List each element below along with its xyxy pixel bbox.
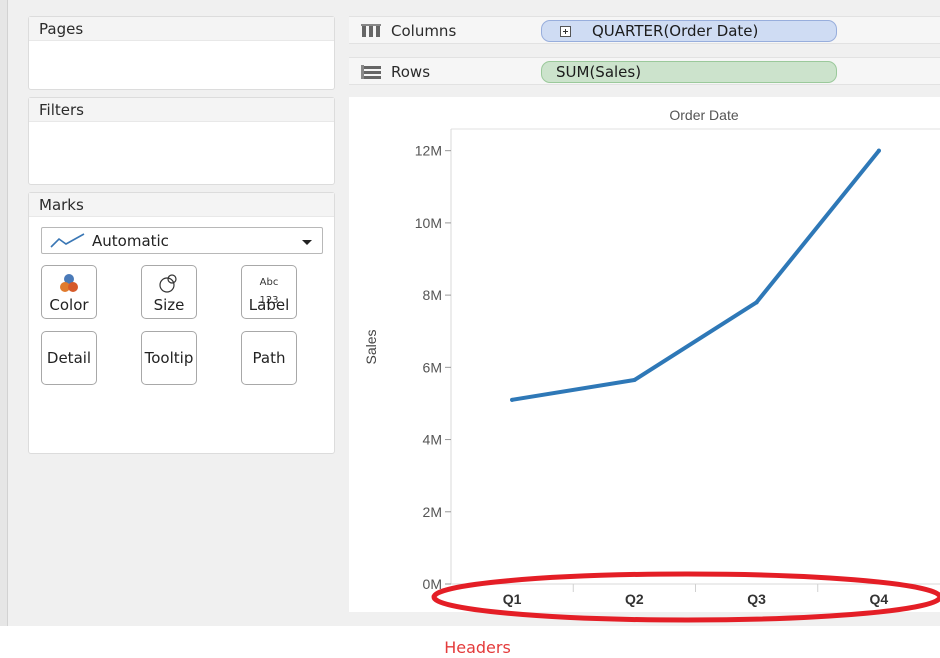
headers-highlight-ellipse [431,571,940,623]
annotation-layer [431,571,940,623]
headers-caption: Headers [444,638,511,657]
